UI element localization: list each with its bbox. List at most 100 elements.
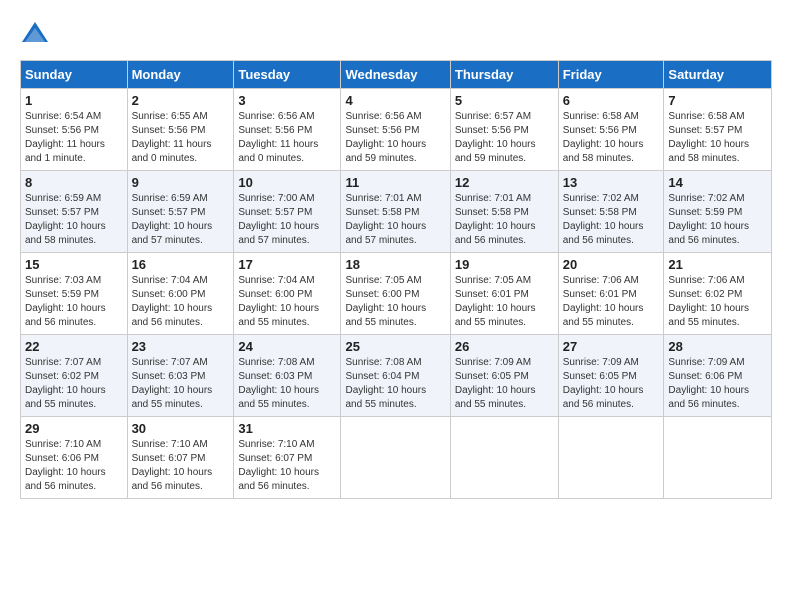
- day-number: 22: [25, 339, 123, 354]
- day-of-week-header: Sunday: [21, 61, 128, 89]
- day-number: 28: [668, 339, 767, 354]
- day-info: Sunrise: 7:01 AM Sunset: 5:58 PM Dayligh…: [455, 192, 554, 248]
- calendar-cell: 29 Sunrise: 7:10 AM Sunset: 6:06 PM Dayli…: [21, 417, 128, 499]
- day-info: Sunrise: 7:09 AM Sunset: 6:05 PM Dayligh…: [455, 356, 554, 412]
- day-number: 25: [345, 339, 445, 354]
- logo: [20, 20, 52, 50]
- day-info: Sunrise: 6:58 AM Sunset: 5:57 PM Dayligh…: [668, 110, 767, 166]
- calendar-cell: 22 Sunrise: 7:07 AM Sunset: 6:02 PM Dayli…: [21, 335, 128, 417]
- calendar-cell: 10 Sunrise: 7:00 AM Sunset: 5:57 PM Dayli…: [234, 171, 341, 253]
- calendar-cell: 5 Sunrise: 6:57 AM Sunset: 5:56 PM Daylig…: [450, 89, 558, 171]
- calendar-header-row: SundayMondayTuesdayWednesdayThursdayFrid…: [21, 61, 772, 89]
- calendar-cell: 2 Sunrise: 6:55 AM Sunset: 5:56 PM Daylig…: [127, 89, 234, 171]
- day-info: Sunrise: 6:54 AM Sunset: 5:56 PM Dayligh…: [25, 110, 123, 166]
- day-number: 29: [25, 421, 123, 436]
- day-info: Sunrise: 7:08 AM Sunset: 6:04 PM Dayligh…: [345, 356, 445, 412]
- day-number: 16: [132, 257, 230, 272]
- day-number: 7: [668, 93, 767, 108]
- day-info: Sunrise: 7:10 AM Sunset: 6:07 PM Dayligh…: [238, 438, 336, 494]
- day-of-week-header: Wednesday: [341, 61, 450, 89]
- logo-icon: [20, 20, 50, 50]
- day-number: 5: [455, 93, 554, 108]
- day-number: 21: [668, 257, 767, 272]
- day-info: Sunrise: 7:05 AM Sunset: 6:01 PM Dayligh…: [455, 274, 554, 330]
- day-number: 4: [345, 93, 445, 108]
- day-number: 24: [238, 339, 336, 354]
- page-header: [20, 20, 772, 50]
- day-info: Sunrise: 7:04 AM Sunset: 6:00 PM Dayligh…: [238, 274, 336, 330]
- calendar-cell: 26 Sunrise: 7:09 AM Sunset: 6:05 PM Dayli…: [450, 335, 558, 417]
- day-info: Sunrise: 7:09 AM Sunset: 6:06 PM Dayligh…: [668, 356, 767, 412]
- day-number: 15: [25, 257, 123, 272]
- day-info: Sunrise: 6:58 AM Sunset: 5:56 PM Dayligh…: [563, 110, 660, 166]
- day-info: Sunrise: 7:02 AM Sunset: 5:58 PM Dayligh…: [563, 192, 660, 248]
- calendar-cell: 19 Sunrise: 7:05 AM Sunset: 6:01 PM Dayli…: [450, 253, 558, 335]
- day-of-week-header: Tuesday: [234, 61, 341, 89]
- day-info: Sunrise: 7:08 AM Sunset: 6:03 PM Dayligh…: [238, 356, 336, 412]
- calendar-cell: [664, 417, 772, 499]
- calendar-cell: [450, 417, 558, 499]
- day-number: 30: [132, 421, 230, 436]
- day-info: Sunrise: 7:09 AM Sunset: 6:05 PM Dayligh…: [563, 356, 660, 412]
- day-number: 11: [345, 175, 445, 190]
- calendar-week-row: 29 Sunrise: 7:10 AM Sunset: 6:06 PM Dayli…: [21, 417, 772, 499]
- day-info: Sunrise: 7:04 AM Sunset: 6:00 PM Dayligh…: [132, 274, 230, 330]
- calendar-cell: 9 Sunrise: 6:59 AM Sunset: 5:57 PM Daylig…: [127, 171, 234, 253]
- day-number: 17: [238, 257, 336, 272]
- calendar-cell: 18Sunrise: 7:05 AM Sunset: 6:00 PM Dayli…: [341, 253, 450, 335]
- day-number: 19: [455, 257, 554, 272]
- day-info: Sunrise: 7:02 AM Sunset: 5:59 PM Dayligh…: [668, 192, 767, 248]
- day-of-week-header: Monday: [127, 61, 234, 89]
- calendar-cell: 20Sunrise: 7:06 AM Sunset: 6:01 PM Dayli…: [558, 253, 664, 335]
- calendar-cell: 1 Sunrise: 6:54 AM Sunset: 5:56 PM Daylig…: [21, 89, 128, 171]
- calendar-cell: 13 Sunrise: 7:02 AM Sunset: 5:58 PM Dayli…: [558, 171, 664, 253]
- day-number: 2: [132, 93, 230, 108]
- calendar-cell: 7 Sunrise: 6:58 AM Sunset: 5:57 PM Daylig…: [664, 89, 772, 171]
- day-number: 1: [25, 93, 123, 108]
- calendar-cell: 17 Sunrise: 7:04 AM Sunset: 6:00 PM Dayli…: [234, 253, 341, 335]
- day-info: Sunrise: 6:59 AM Sunset: 5:57 PM Dayligh…: [25, 192, 123, 248]
- day-info: Sunrise: 6:57 AM Sunset: 5:56 PM Dayligh…: [455, 110, 554, 166]
- calendar-week-row: 1 Sunrise: 6:54 AM Sunset: 5:56 PM Daylig…: [21, 89, 772, 171]
- calendar-cell: 15Sunrise: 7:03 AM Sunset: 5:59 PM Dayli…: [21, 253, 128, 335]
- calendar-cell: 3Sunrise: 6:56 AM Sunset: 5:56 PM Daylig…: [234, 89, 341, 171]
- day-number: 8: [25, 175, 123, 190]
- calendar-table: SundayMondayTuesdayWednesdayThursdayFrid…: [20, 60, 772, 499]
- day-number: 31: [238, 421, 336, 436]
- calendar-cell: 14Sunrise: 7:02 AM Sunset: 5:59 PM Dayli…: [664, 171, 772, 253]
- day-number: 26: [455, 339, 554, 354]
- day-info: Sunrise: 6:56 AM Sunset: 5:56 PM Dayligh…: [345, 110, 445, 166]
- calendar-cell: 12 Sunrise: 7:01 AM Sunset: 5:58 PM Dayli…: [450, 171, 558, 253]
- day-info: Sunrise: 7:06 AM Sunset: 6:02 PM Dayligh…: [668, 274, 767, 330]
- calendar-cell: [558, 417, 664, 499]
- calendar-cell: 27 Sunrise: 7:09 AM Sunset: 6:05 PM Dayli…: [558, 335, 664, 417]
- day-of-week-header: Saturday: [664, 61, 772, 89]
- calendar-cell: 24 Sunrise: 7:08 AM Sunset: 6:03 PM Dayli…: [234, 335, 341, 417]
- calendar-cell: 23 Sunrise: 7:07 AM Sunset: 6:03 PM Dayli…: [127, 335, 234, 417]
- day-number: 10: [238, 175, 336, 190]
- day-info: Sunrise: 6:55 AM Sunset: 5:56 PM Dayligh…: [132, 110, 230, 166]
- day-info: Sunrise: 6:59 AM Sunset: 5:57 PM Dayligh…: [132, 192, 230, 248]
- day-info: Sunrise: 7:05 AM Sunset: 6:00 PM Dayligh…: [345, 274, 445, 330]
- day-info: Sunrise: 7:10 AM Sunset: 6:07 PM Dayligh…: [132, 438, 230, 494]
- calendar-cell: [341, 417, 450, 499]
- day-number: 13: [563, 175, 660, 190]
- day-info: Sunrise: 7:01 AM Sunset: 5:58 PM Dayligh…: [345, 192, 445, 248]
- day-info: Sunrise: 6:56 AM Sunset: 5:56 PM Dayligh…: [238, 110, 336, 166]
- day-info: Sunrise: 7:07 AM Sunset: 6:02 PM Dayligh…: [25, 356, 123, 412]
- day-info: Sunrise: 7:06 AM Sunset: 6:01 PM Dayligh…: [563, 274, 660, 330]
- day-info: Sunrise: 7:00 AM Sunset: 5:57 PM Dayligh…: [238, 192, 336, 248]
- day-of-week-header: Thursday: [450, 61, 558, 89]
- day-number: 23: [132, 339, 230, 354]
- day-number: 12: [455, 175, 554, 190]
- calendar-cell: 6Sunrise: 6:58 AM Sunset: 5:56 PM Daylig…: [558, 89, 664, 171]
- day-number: 27: [563, 339, 660, 354]
- calendar-cell: 28 Sunrise: 7:09 AM Sunset: 6:06 PM Dayli…: [664, 335, 772, 417]
- day-number: 9: [132, 175, 230, 190]
- calendar-week-row: 8 Sunrise: 6:59 AM Sunset: 5:57 PM Daylig…: [21, 171, 772, 253]
- day-info: Sunrise: 7:07 AM Sunset: 6:03 PM Dayligh…: [132, 356, 230, 412]
- calendar-cell: 16 Sunrise: 7:04 AM Sunset: 6:00 PM Dayli…: [127, 253, 234, 335]
- calendar-cell: 25 Sunrise: 7:08 AM Sunset: 6:04 PM Dayli…: [341, 335, 450, 417]
- calendar-cell: 8 Sunrise: 6:59 AM Sunset: 5:57 PM Daylig…: [21, 171, 128, 253]
- day-info: Sunrise: 7:10 AM Sunset: 6:06 PM Dayligh…: [25, 438, 123, 494]
